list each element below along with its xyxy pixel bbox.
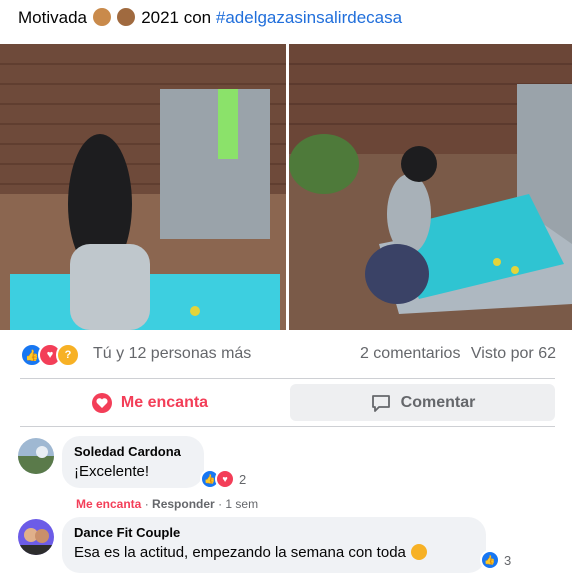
love-button[interactable]: Me encanta [20, 384, 280, 421]
reply-link[interactable]: Responder [152, 497, 215, 511]
comment-reaction-count: 3 [504, 552, 512, 568]
reactions-text[interactable]: Tú y 12 personas más [93, 345, 251, 363]
avatar[interactable] [18, 519, 54, 555]
caption-text: Motivada [18, 8, 87, 27]
comment-icon [371, 394, 390, 412]
post-stats: 2 comentarios Visto por 62 [354, 345, 556, 363]
comment-button-label: Comentar [400, 393, 476, 411]
hashtag-link[interactable]: #adelgazasinsalirdecasa [216, 8, 402, 27]
photo-exercise-back-view[interactable] [0, 44, 286, 330]
photo-grid [0, 44, 572, 330]
photo-exercise-squat[interactable] [289, 44, 572, 330]
comment-text-body: Esa es la actitud, empezando la semana c… [74, 544, 406, 561]
divider-bottom [20, 426, 555, 427]
caption-year: 2021 con [141, 8, 212, 27]
comment-button[interactable]: Comentar [290, 384, 555, 421]
comment-author[interactable]: Soledad Cardona [74, 444, 192, 459]
love-button-label: Me encanta [120, 393, 209, 411]
comment-love-link[interactable]: Me encanta [76, 497, 141, 511]
avatar[interactable] [18, 438, 54, 474]
comment-meta: Me encanta · Responder · 1 sem [76, 497, 259, 511]
love-icon: ♥ [215, 469, 235, 489]
see-no-evil-monkey-icon [117, 8, 136, 26]
comment-reactions[interactable]: 👍 3 [480, 550, 511, 570]
seen-by-link[interactable]: Visto por 62 [471, 345, 556, 362]
comment-time[interactable]: 1 sem [225, 497, 258, 511]
heart-eyes-icon [411, 544, 428, 560]
love-icon [91, 392, 112, 413]
reactions-summary: 👍 ♥ ? Tú y 12 personas más 2 comentarios… [20, 343, 556, 367]
comment-text: Esa es la actitud, empezando la semana c… [74, 544, 474, 561]
flexed-biceps-icon [92, 8, 111, 26]
thinking-icon: ? [56, 343, 80, 367]
comment-bubble: Soledad Cardona ¡Excelente! [62, 436, 204, 488]
post-caption: Motivada 2021 con #adelgazasinsalirdecas… [18, 8, 402, 28]
comment-reactions[interactable]: 👍 ♥ 2 [200, 469, 246, 489]
comment-text: ¡Excelente! [74, 463, 150, 480]
like-icon: 👍 [480, 550, 500, 570]
comment-bubble: Dance Fit Couple Esa es la actitud, empe… [62, 517, 486, 573]
comments-count-link[interactable]: 2 comentarios [360, 345, 461, 362]
comment-reaction-count: 2 [239, 471, 247, 487]
comment-author[interactable]: Dance Fit Couple [74, 525, 474, 540]
divider-top [20, 378, 555, 379]
